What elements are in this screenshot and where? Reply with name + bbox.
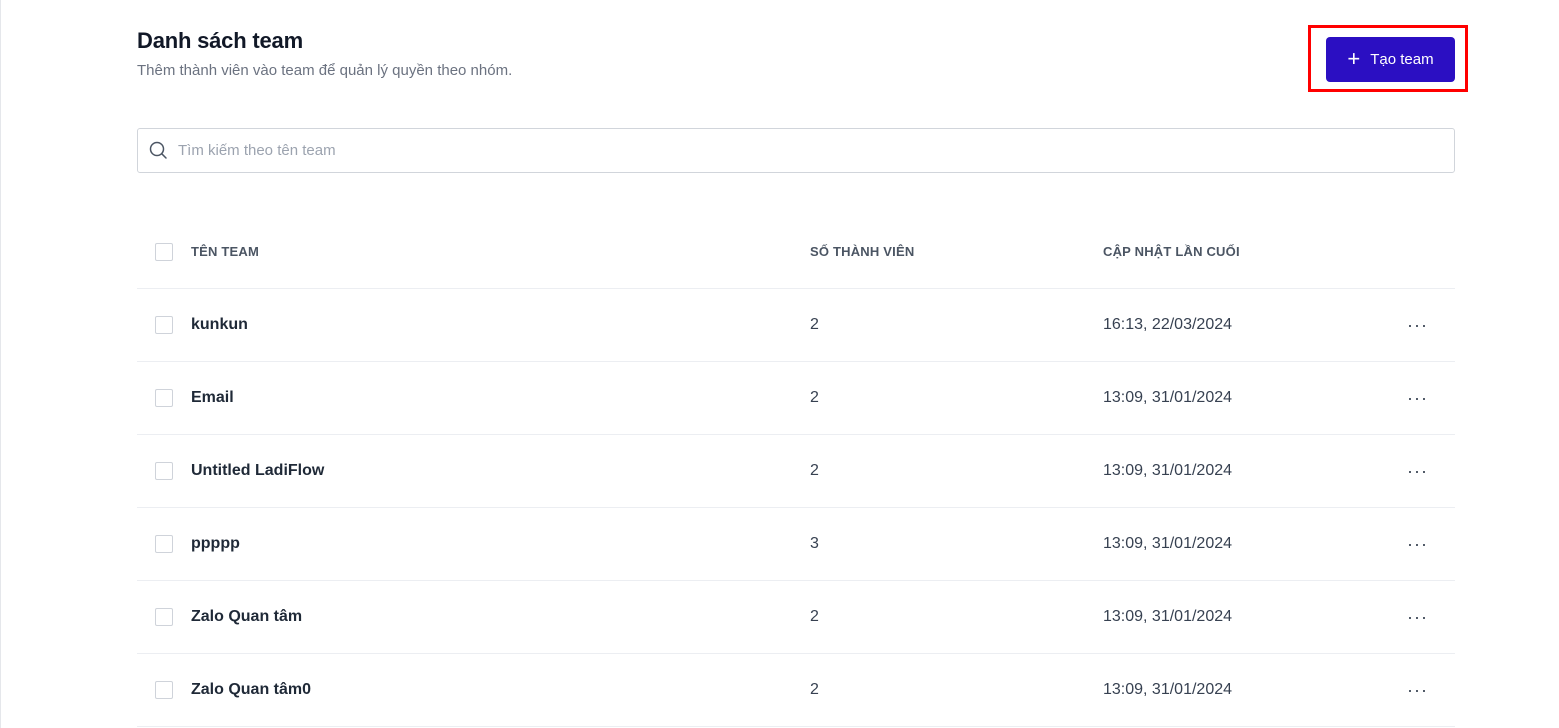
row-checkbox[interactable] <box>155 535 173 553</box>
member-count: 2 <box>810 389 819 406</box>
last-updated: 13:09, 31/01/2024 <box>1103 608 1233 625</box>
row-checkbox[interactable] <box>155 681 173 699</box>
table-row[interactable]: Untitled LadiFlow 2 13:09, 31/01/2024 ··… <box>137 435 1455 508</box>
row-check-cell <box>137 462 191 480</box>
row-actions-cell: ··· <box>1403 462 1455 480</box>
last-updated: 13:09, 31/01/2024 <box>1103 462 1233 479</box>
page-title: Danh sách team <box>137 28 303 53</box>
member-count: 2 <box>810 316 819 333</box>
team-name[interactable]: Email <box>191 389 810 407</box>
member-count: 2 <box>810 608 819 625</box>
page-left-border <box>0 0 1 728</box>
row-actions-cell: ··· <box>1403 608 1455 626</box>
row-check-cell <box>137 681 191 699</box>
row-actions-cell: ··· <box>1403 389 1455 407</box>
team-table: TÊN TEAM SỐ THÀNH VIÊN CẬP NHẬT LẦN CUỐI… <box>137 215 1455 727</box>
team-name[interactable]: ppppp <box>191 535 810 553</box>
row-checkbox[interactable] <box>155 316 173 334</box>
member-count: 2 <box>810 462 819 479</box>
last-updated: 13:09, 31/01/2024 <box>1103 681 1233 698</box>
row-check-cell <box>137 608 191 626</box>
member-count: 3 <box>810 535 819 552</box>
table-row[interactable]: Zalo Quan tâm 2 13:09, 31/01/2024 ··· <box>137 581 1455 654</box>
search-input[interactable] <box>178 142 1454 159</box>
row-checkbox[interactable] <box>155 462 173 480</box>
team-name[interactable]: Untitled LadiFlow <box>191 462 810 480</box>
row-check-cell <box>137 535 191 553</box>
table-row[interactable]: kunkun 2 16:13, 22/03/2024 ··· <box>137 289 1455 362</box>
row-actions-cell: ··· <box>1403 681 1455 699</box>
create-team-button[interactable]: + Tạo team <box>1326 37 1455 82</box>
page-subtitle: Thêm thành viên vào team để quản lý quyề… <box>137 62 513 79</box>
last-updated: 13:09, 31/01/2024 <box>1103 389 1233 406</box>
row-actions-cell: ··· <box>1403 535 1455 553</box>
plus-icon: + <box>1347 45 1361 71</box>
create-team-label: Tạo team <box>1370 51 1434 68</box>
table-header: TÊN TEAM SỐ THÀNH VIÊN CẬP NHẬT LẦN CUỐI <box>137 215 1455 289</box>
table-row[interactable]: Zalo Quan tâm0 2 13:09, 31/01/2024 ··· <box>137 654 1455 727</box>
team-name[interactable]: Zalo Quan tâm0 <box>191 681 810 699</box>
member-count: 2 <box>810 681 819 698</box>
table-row[interactable]: ppppp 3 13:09, 31/01/2024 ··· <box>137 508 1455 581</box>
column-header-updated[interactable]: CẬP NHẬT LẦN CUỐI <box>1103 244 1403 259</box>
column-header-members[interactable]: SỐ THÀNH VIÊN <box>810 244 1103 259</box>
more-options-icon[interactable]: ··· <box>1407 535 1428 553</box>
select-all-checkbox[interactable] <box>155 242 173 261</box>
more-options-icon[interactable]: ··· <box>1407 681 1428 699</box>
more-options-icon[interactable]: ··· <box>1407 316 1428 334</box>
row-checkbox[interactable] <box>155 608 173 626</box>
select-all-cell <box>137 242 191 261</box>
team-name[interactable]: Zalo Quan tâm <box>191 608 810 626</box>
column-header-name[interactable]: TÊN TEAM <box>191 244 810 259</box>
team-name[interactable]: kunkun <box>191 316 810 334</box>
last-updated: 13:09, 31/01/2024 <box>1103 535 1233 552</box>
search-box[interactable] <box>137 128 1455 173</box>
table-row[interactable]: Email 2 13:09, 31/01/2024 ··· <box>137 362 1455 435</box>
more-options-icon[interactable]: ··· <box>1407 462 1428 480</box>
row-check-cell <box>137 389 191 407</box>
row-actions-cell: ··· <box>1403 316 1455 334</box>
row-checkbox[interactable] <box>155 389 173 407</box>
more-options-icon[interactable]: ··· <box>1407 389 1428 407</box>
more-options-icon[interactable]: ··· <box>1407 608 1428 626</box>
search-icon <box>149 141 168 160</box>
last-updated: 16:13, 22/03/2024 <box>1103 316 1233 333</box>
row-check-cell <box>137 316 191 334</box>
